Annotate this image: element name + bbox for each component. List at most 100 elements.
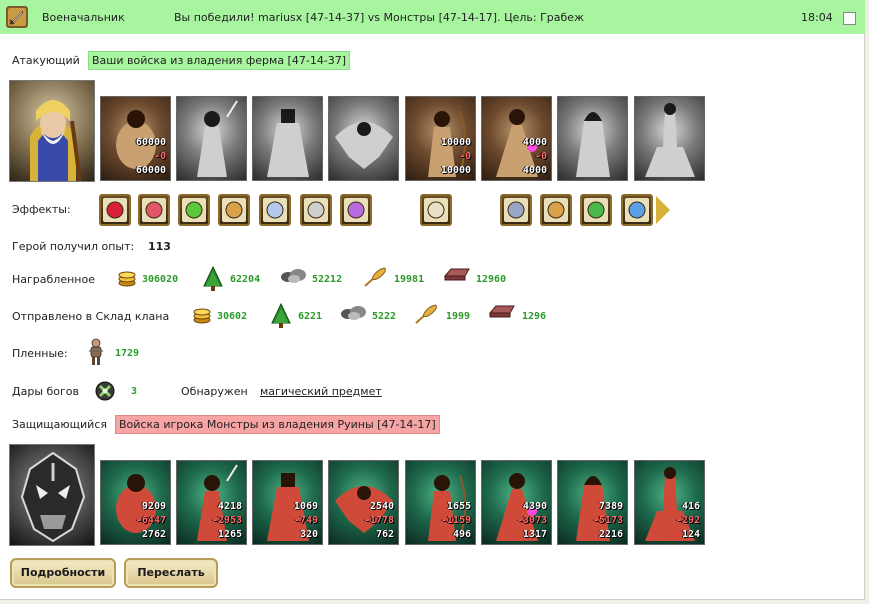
- amulet-icon[interactable]: [300, 194, 332, 226]
- unit-remaining: 10000: [440, 165, 471, 176]
- unit-remaining: 320: [299, 529, 318, 540]
- sword-icon: [6, 6, 28, 28]
- grain-value: 19981: [394, 274, 425, 285]
- ore-icon: [280, 266, 308, 287]
- prisoners-label: Пленные:: [12, 347, 68, 360]
- select-checkbox[interactable]: [843, 12, 856, 25]
- defender-name: Войска игрока Монстры из владения Руины …: [115, 415, 440, 434]
- scroll-icon[interactable]: [420, 194, 452, 226]
- heart-shield-icon[interactable]: [138, 194, 170, 226]
- unit-remaining: 124: [681, 529, 700, 540]
- gold-value: 30602: [217, 311, 248, 322]
- ore-value: 52212: [312, 274, 343, 285]
- archer-unit[interactable]: 10000 -0 10000: [405, 96, 476, 181]
- unit-remaining: 4000: [522, 165, 547, 176]
- gifts-label: Дары богов: [12, 385, 80, 398]
- next-arrow-icon[interactable]: [656, 196, 670, 224]
- unit-remaining: 2762: [141, 529, 166, 540]
- ore-value: 5222: [372, 311, 397, 322]
- dark-centaur-unit[interactable]: [634, 96, 705, 181]
- fire-imp-unit[interactable]: 4390 -3073 1317: [481, 460, 552, 545]
- winged-fiend-unit[interactable]: 7389 -5173 2216: [557, 460, 628, 545]
- unit-loss: -0: [153, 151, 166, 162]
- looted-label: Награбленное: [12, 273, 95, 286]
- unit-loss: -292: [675, 515, 700, 526]
- unit-count: 7389: [598, 501, 623, 512]
- troll-unit[interactable]: 60000 -0 60000: [100, 96, 171, 181]
- ogre-brute-unit[interactable]: 4218 -2953 1265: [176, 460, 247, 545]
- griffin-unit[interactable]: [328, 96, 399, 181]
- gift-orb-icon: [95, 381, 115, 404]
- unit-loss: -6447: [135, 515, 166, 526]
- gold-icon: [191, 303, 213, 328]
- unit-remaining: 762: [375, 529, 394, 540]
- unit-loss: -1778: [363, 515, 394, 526]
- heart-icon[interactable]: [99, 194, 131, 226]
- gate-icon[interactable]: [500, 194, 532, 226]
- wood-value: 6221: [298, 311, 323, 322]
- attacker-name: Ваши войска из владения ферма [47-14-37]: [88, 51, 351, 70]
- unit-loss: -0: [458, 151, 471, 162]
- unit-count: 10000: [440, 137, 471, 148]
- grain-value: 1999: [446, 311, 471, 322]
- unit-remaining: 60000: [135, 165, 166, 176]
- prisoner-icon: [87, 338, 105, 369]
- unit-remaining: 496: [452, 529, 471, 540]
- ore-icon: [340, 303, 368, 324]
- grain-icon: [363, 266, 389, 291]
- iron-icon: [488, 303, 516, 322]
- battle-result-message: Вы победили! mariusx [47-14-37] vs Монст…: [174, 11, 584, 24]
- armored-knight-unit[interactable]: [252, 96, 323, 181]
- unit-loss: -3073: [516, 515, 547, 526]
- potion-icon[interactable]: [178, 194, 210, 226]
- spiked-beast-unit[interactable]: 1655 -1159 496: [405, 460, 476, 545]
- defender-label: Защищающийся: [12, 418, 107, 431]
- wood-icon: [270, 302, 292, 332]
- unit-count: 4218: [217, 501, 242, 512]
- orb-icon[interactable]: [621, 194, 653, 226]
- gifts-value: 3: [131, 386, 138, 397]
- orc-warrior-unit[interactable]: 1069 -749 320: [252, 460, 323, 545]
- unit-count: 1655: [446, 501, 471, 512]
- lizard-warrior-unit[interactable]: 9209 -6447 2762: [100, 460, 171, 545]
- wood-icon: [202, 265, 224, 295]
- iron-icon: [443, 266, 471, 285]
- pouch-icon[interactable]: [540, 194, 572, 226]
- unit-remaining: 1265: [217, 529, 242, 540]
- unit-count: 9209: [141, 501, 166, 512]
- unit-count: 4390: [522, 501, 547, 512]
- forward-button[interactable]: Переслать: [124, 558, 218, 588]
- iron-value: 1296: [522, 311, 547, 322]
- found-item-link[interactable]: магический предмет: [260, 385, 382, 398]
- unit-loss: -1159: [440, 515, 471, 526]
- found-label: Обнаружен: [181, 385, 248, 398]
- unit-count: 60000: [135, 137, 166, 148]
- claw-icon[interactable]: [340, 194, 372, 226]
- grain-icon: [414, 303, 440, 328]
- unit-count: 1069: [293, 501, 318, 512]
- sorceress-unit[interactable]: 4000 -0 4000: [481, 96, 552, 181]
- wing-icon[interactable]: [259, 194, 291, 226]
- experience-label: Герой получил опыт:: [12, 240, 135, 253]
- dark-mage-unit[interactable]: 416 -292 124: [634, 460, 705, 545]
- totem-icon[interactable]: [218, 194, 250, 226]
- hero-role: Военачальник: [42, 11, 125, 24]
- red-demon-unit[interactable]: 2540 -1778 762: [328, 460, 399, 545]
- gold-icon: [116, 266, 138, 291]
- experience-value: 113: [148, 240, 171, 253]
- prisoners-value: 1729: [115, 348, 140, 359]
- shadow-swordsman-unit[interactable]: [176, 96, 247, 181]
- hooded-assassin-unit[interactable]: [557, 96, 628, 181]
- defender-hero-portrait[interactable]: [9, 444, 95, 546]
- unit-count: 4000: [522, 137, 547, 148]
- attacker-hero-portrait[interactable]: [9, 80, 95, 182]
- battle-report-window: Военачальник Вы победили! mariusx [47-14…: [0, 0, 865, 600]
- unit-loss: -2953: [211, 515, 242, 526]
- unit-count: 2540: [369, 501, 394, 512]
- clan-label: Отправлено в Склад клана: [12, 310, 170, 323]
- details-button[interactable]: Подробности: [10, 558, 116, 588]
- effects-label: Эффекты:: [12, 203, 71, 216]
- iron-value: 12960: [476, 274, 507, 285]
- handshake-shield-icon[interactable]: [580, 194, 612, 226]
- report-header: Военачальник Вы победили! mariusx [47-14…: [0, 0, 865, 34]
